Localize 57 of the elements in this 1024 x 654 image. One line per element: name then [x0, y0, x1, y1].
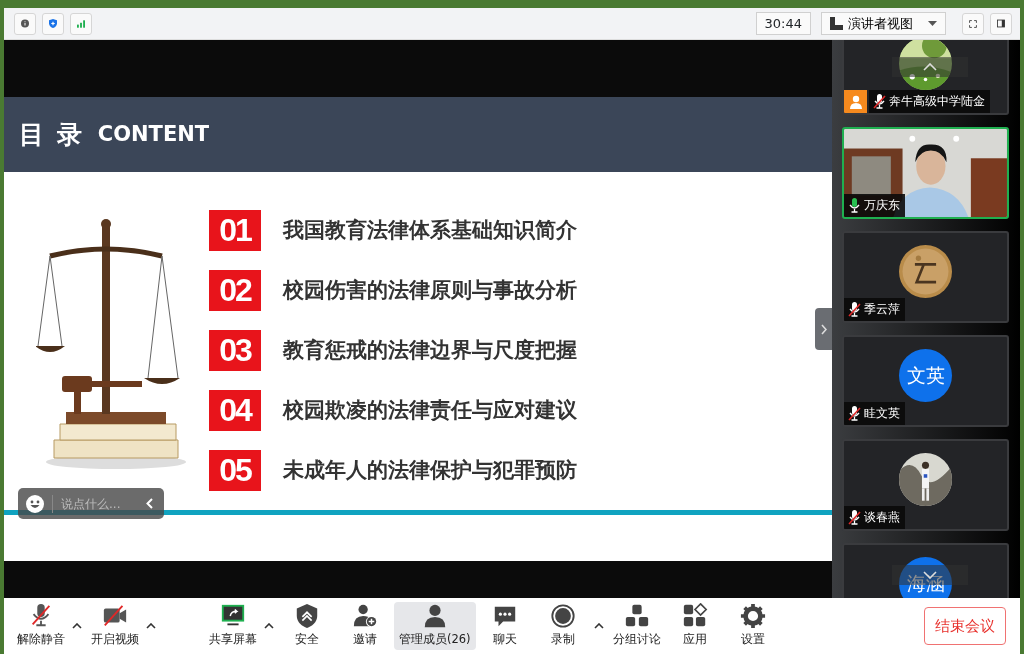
- mic-muted-icon: [848, 302, 861, 317]
- section-number: 03: [209, 330, 261, 371]
- participant-name: 眭文英: [864, 404, 900, 422]
- toolbar-button[interactable]: 分组讨论: [607, 602, 666, 650]
- section-number: 01: [209, 210, 261, 251]
- caret-up-icon[interactable]: [72, 623, 82, 629]
- toolbar-button[interactable]: 安全: [278, 602, 336, 650]
- add-person-icon: [352, 603, 378, 630]
- toolbar-button[interactable]: 管理成员(26): [394, 602, 476, 650]
- record-icon: [549, 603, 576, 630]
- caret-up-icon[interactable]: [146, 623, 156, 629]
- collapse-icon[interactable]: [146, 498, 153, 509]
- slide-title: 目 录: [19, 118, 84, 151]
- toolbar-button[interactable]: 共享屏幕: [204, 602, 262, 650]
- mic-muted-icon: [873, 94, 886, 109]
- meeting-timer: 30:44: [755, 11, 811, 36]
- chat-bar[interactable]: 说点什么...: [18, 488, 164, 519]
- section-title: 校园欺凌的法律责任与应对建议: [283, 396, 577, 424]
- section-number: 02: [209, 270, 261, 311]
- signal-icon[interactable]: [77, 17, 85, 30]
- participant-name: 谈春燕: [864, 508, 900, 526]
- shield-icon: [294, 603, 320, 630]
- slide-subtitle: CONTENT: [97, 120, 210, 148]
- section-number: 04: [209, 390, 261, 431]
- section-title: 教育惩戒的法律边界与尺度把握: [283, 336, 577, 364]
- toolbar-button[interactable]: 解除静音: [12, 602, 70, 650]
- chevron-up-icon: [923, 63, 937, 71]
- toolbar-button[interactable]: 聊天: [475, 602, 534, 650]
- section-title: 未成年人的法律保护与犯罪预防: [283, 456, 577, 484]
- toolbar-button[interactable]: 邀请: [336, 602, 394, 650]
- toolbar-button[interactable]: 应用: [665, 602, 724, 650]
- chat-input[interactable]: 说点什么...: [52, 494, 132, 513]
- toolbar-button[interactable]: 设置: [723, 602, 782, 650]
- panel-toggle-handle[interactable]: [815, 308, 832, 350]
- mic-muted-icon: [848, 510, 861, 525]
- shield-icon[interactable]: [49, 16, 57, 31]
- caret-up-icon[interactable]: [264, 623, 274, 629]
- section-title: 校园伤害的法律原则与事故分析: [283, 276, 577, 304]
- section-title: 我国教育法律体系基础知识简介: [283, 216, 577, 244]
- toolbar-button[interactable]: 录制: [533, 602, 592, 650]
- participant-name: 奔牛高级中学陆金: [889, 92, 985, 110]
- caret-icon: [928, 21, 937, 26]
- caret-up-icon[interactable]: [593, 623, 604, 629]
- mic-icon: [848, 198, 861, 213]
- mic-muted-icon: [848, 406, 861, 421]
- side-panel-icon[interactable]: [997, 16, 1005, 31]
- scroll-up-button[interactable]: [892, 57, 968, 77]
- participant-name: 季云萍: [864, 300, 900, 318]
- settings-icon: [739, 603, 766, 630]
- toolbar-button[interactable]: 开启视频: [86, 602, 144, 650]
- smiley-icon[interactable]: [26, 494, 44, 513]
- expand-icon: [820, 323, 827, 335]
- participant-name: 万庆东: [864, 196, 900, 214]
- avatar-initials: 文英: [899, 349, 952, 402]
- view-dropdown[interactable]: 演讲者视图: [821, 11, 946, 36]
- section-number: 05: [209, 450, 261, 491]
- end-meeting-button[interactable]: 结束会议: [924, 606, 1006, 646]
